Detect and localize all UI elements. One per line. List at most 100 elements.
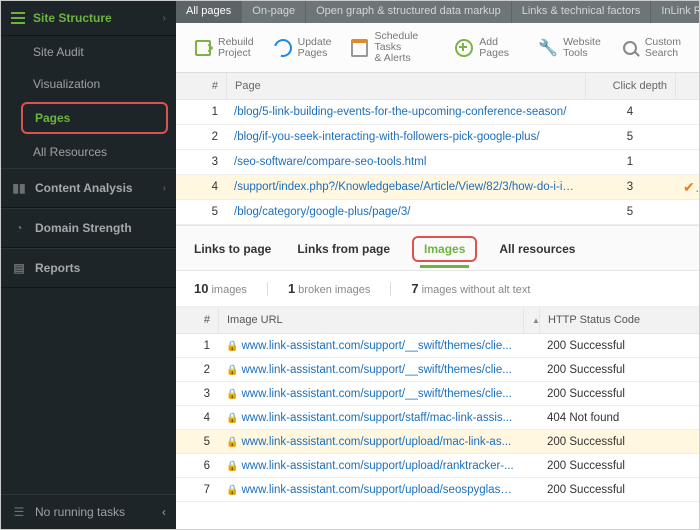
col-index[interactable]: # <box>176 314 218 326</box>
col-sort[interactable]: ▲ <box>523 307 540 333</box>
cell-index: 1 <box>176 106 226 118</box>
cell-image-url[interactable]: 🔒www.link-assistant.com/support/upload/m… <box>218 436 523 448</box>
table-row[interactable]: 3/seo-software/compare-seo-tools.html1 <box>176 150 699 175</box>
sidebar-item-pages[interactable]: Pages <box>21 102 168 134</box>
cell-image-url[interactable]: 🔒www.link-assistant.com/support/upload/r… <box>218 460 523 472</box>
col-index[interactable]: # <box>176 80 226 92</box>
cell-http-status: 200 Successful <box>539 388 699 400</box>
rebuild-icon <box>194 39 212 57</box>
lock-icon: 🔒 <box>226 341 238 352</box>
cell-page-link[interactable]: /support/index.php?/Knowledgebase/Articl… <box>226 181 585 193</box>
lock-icon: 🔒 <box>226 389 238 400</box>
chevron-right-icon: › <box>163 183 166 194</box>
table-row[interactable]: 3🔒www.link-assistant.com/support/__swift… <box>176 382 699 406</box>
tab-open-graph[interactable]: Open graph & structured data markup <box>306 1 512 23</box>
cell-image-url[interactable]: 🔒www.link-assistant.com/support/staff/ma… <box>218 412 523 424</box>
lock-icon: 🔒 <box>226 437 238 448</box>
cell-page-link[interactable]: /seo-software/compare-seo-tools.html <box>226 156 585 168</box>
subtab-all-resources[interactable]: All resources <box>495 240 579 258</box>
sidebar-item-site-audit[interactable]: Site Audit <box>1 36 176 68</box>
lock-icon: 🔒 <box>226 365 238 376</box>
table-row[interactable]: 6🔒www.link-assistant.com/support/upload/… <box>176 454 699 478</box>
table-row[interactable]: 4🔒www.link-assistant.com/support/staff/m… <box>176 406 699 430</box>
details-subtabs: Links to page Links from page Images All… <box>176 225 699 271</box>
table-row[interactable]: 1/blog/5-link-building-events-for-the-up… <box>176 100 699 125</box>
cell-page-link[interactable]: /blog/if-you-seek-interacting-with-follo… <box>226 131 585 143</box>
images-table: # Image URL ▲ HTTP Status Code 1🔒www.lin… <box>176 307 699 529</box>
check-icon: ✔ <box>675 179 699 196</box>
chevron-right-icon: › <box>163 13 166 24</box>
table-row[interactable]: 7🔒www.link-assistant.com/support/upload/… <box>176 478 699 502</box>
add-icon <box>455 39 473 57</box>
cell-index: 4 <box>176 181 226 193</box>
schedule-icon <box>351 39 368 57</box>
cell-image-url[interactable]: 🔒www.link-assistant.com/support/upload/s… <box>218 484 523 496</box>
table-row[interactable]: 2/blog/if-you-seek-interacting-with-foll… <box>176 125 699 150</box>
table-row[interactable]: 5/blog/category/google-plus/page/3/5 <box>176 200 699 225</box>
table-row[interactable]: 4/support/index.php?/Knowledgebase/Artic… <box>176 175 699 200</box>
tool-label: AddPages <box>479 37 509 59</box>
tool-label: UpdatePages <box>298 37 332 59</box>
sidebar-section-content-analysis[interactable]: ▮▮ Content Analysis › <box>1 168 176 208</box>
chevron-left-icon: ‹ <box>162 505 166 519</box>
subtab-links-from-page[interactable]: Links from page <box>293 240 394 258</box>
tab-links-technical[interactable]: Links & technical factors <box>512 1 652 23</box>
cell-page-link[interactable]: /blog/category/google-plus/page/3/ <box>226 206 585 218</box>
pages-table-header: # Page Click depth <box>176 73 699 100</box>
sidebar-footer-tasks[interactable]: ☰ No running tasks ‹ <box>1 495 176 529</box>
sidebar-section-label: Reports <box>35 261 80 275</box>
subtab-links-to-page[interactable]: Links to page <box>190 240 275 258</box>
sidebar-footer-label: No running tasks <box>35 505 125 519</box>
tool-label: RebuildProject <box>218 37 254 59</box>
custom-search-button[interactable]: CustomSearch <box>611 35 691 61</box>
schedule-tasks-button[interactable]: Schedule Tasks& Alerts <box>341 29 445 66</box>
sidebar-header[interactable]: Site Structure › <box>1 1 176 36</box>
cell-image-url[interactable]: 🔒www.link-assistant.com/support/__swift/… <box>218 340 523 352</box>
subtab-images[interactable]: Images <box>412 236 477 262</box>
sidebar: Site Structure › Site Audit Visualizatio… <box>1 1 176 529</box>
tab-all-pages[interactable]: All pages <box>176 1 242 23</box>
sidebar-section-domain-strength[interactable]: ◔ Domain Strength <box>1 208 176 248</box>
tasks-icon: ☰ <box>11 505 27 519</box>
table-row[interactable]: 1🔒www.link-assistant.com/support/__swift… <box>176 334 699 358</box>
image-stats: 10images 1broken images 7images without … <box>176 271 699 307</box>
col-extra <box>675 73 699 99</box>
search-icon <box>621 39 639 57</box>
tab-on-page[interactable]: On-page <box>242 1 306 23</box>
cell-image-url[interactable]: 🔒www.link-assistant.com/support/__swift/… <box>218 388 523 400</box>
pages-table: # Page Click depth 1/blog/5-link-buildin… <box>176 73 699 225</box>
cell-index: 4 <box>176 412 218 424</box>
table-row[interactable]: 5🔒www.link-assistant.com/support/upload/… <box>176 430 699 454</box>
cell-click-depth: 4 <box>585 106 675 118</box>
cell-click-depth: 1 <box>585 156 675 168</box>
divider <box>390 282 391 296</box>
cell-http-status: 200 Successful <box>539 460 699 472</box>
rebuild-project-button[interactable]: RebuildProject <box>184 35 264 61</box>
col-image-url[interactable]: Image URL <box>218 307 523 333</box>
update-icon <box>274 39 292 57</box>
cell-image-url[interactable]: 🔒www.link-assistant.com/support/__swift/… <box>218 364 523 376</box>
sidebar-item-all-resources[interactable]: All Resources <box>1 136 176 168</box>
structure-icon <box>11 12 25 24</box>
toolbar: RebuildProject UpdatePages Schedule Task… <box>176 23 699 73</box>
table-row[interactable]: 2🔒www.link-assistant.com/support/__swift… <box>176 358 699 382</box>
add-pages-button[interactable]: AddPages <box>445 35 519 61</box>
cell-http-status: 200 Successful <box>539 436 699 448</box>
tool-label: WebsiteTools <box>563 37 601 59</box>
cell-http-status: 404 Not found <box>539 412 699 424</box>
sidebar-section-reports[interactable]: ▤ Reports <box>1 248 176 288</box>
col-page[interactable]: Page <box>226 73 585 99</box>
lock-icon: 🔒 <box>226 485 238 496</box>
stat-broken: 1broken images <box>288 281 370 296</box>
sidebar-subitems: Site Audit Visualization Pages All Resou… <box>1 36 176 168</box>
cell-http-status: 200 Successful <box>539 340 699 352</box>
col-http-status[interactable]: HTTP Status Code <box>539 307 699 333</box>
col-click-depth[interactable]: Click depth <box>585 73 675 99</box>
cell-index: 5 <box>176 206 226 218</box>
tool-label: Schedule Tasks& Alerts <box>374 31 435 64</box>
tab-inlink-rank[interactable]: InLink Rank <box>651 1 699 23</box>
website-tools-button[interactable]: 🔧 WebsiteTools <box>529 35 611 61</box>
cell-page-link[interactable]: /blog/5-link-building-events-for-the-upc… <box>226 106 585 118</box>
update-pages-button[interactable]: UpdatePages <box>264 35 342 61</box>
sidebar-item-visualization[interactable]: Visualization <box>1 68 176 100</box>
